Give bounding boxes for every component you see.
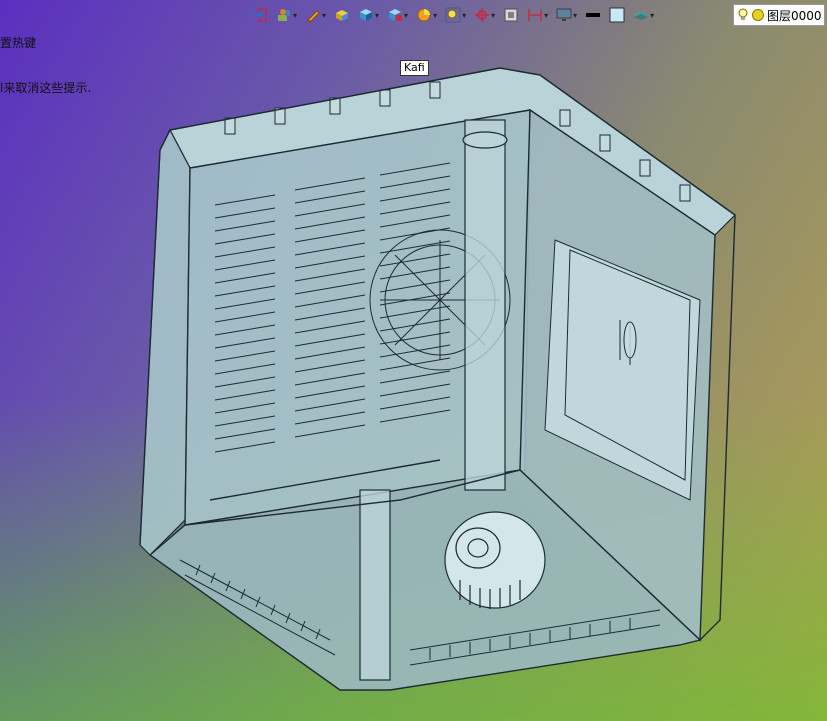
chevron-down-icon: ▾ <box>462 10 467 20</box>
line-color-button[interactable] <box>583 4 603 26</box>
view-toolbar: ▾ ▾ ▾ ▾ ▾ ▾ ▾ ▾ ▾ ▾ <box>250 3 656 27</box>
fill-color-button[interactable] <box>607 4 627 26</box>
appearance-button[interactable]: ▾ <box>414 4 439 26</box>
pencil-icon <box>307 10 320 23</box>
layers-icon <box>634 12 649 20</box>
view-orient-icon <box>278 9 290 21</box>
dimension-icon <box>528 9 542 21</box>
chevron-down-icon: ▾ <box>573 10 578 20</box>
chevron-down-icon: ▾ <box>404 10 409 20</box>
cursor-tooltip: Kafi <box>400 60 429 76</box>
chevron-down-icon: ▾ <box>322 10 327 20</box>
motor <box>444 511 546 609</box>
3d-viewport[interactable]: 置热键 l来取消这些提示. Kafi ▾ ▾ ▾ ▾ ▾ ▾ ▾ ▾ ▾ ▾ 图… <box>0 0 827 721</box>
line-color-icon <box>586 13 601 17</box>
cad-model-view[interactable] <box>0 0 827 721</box>
part-button[interactable] <box>332 4 352 26</box>
model-left-face <box>139 128 191 556</box>
frame-icon <box>504 8 518 22</box>
exit-sketch-icon <box>254 8 267 22</box>
exit-sketch-button[interactable] <box>250 4 270 26</box>
layer-name: 图层0000 <box>767 8 822 23</box>
section-view-button[interactable]: ▾ <box>385 4 410 26</box>
hotkey-hint: 置热键 l来取消这些提示. <box>0 6 91 126</box>
layer-selector[interactable]: 图层0000 <box>733 4 825 26</box>
hint-line-1: 置热键 <box>0 36 37 50</box>
pie-icon <box>417 8 431 22</box>
box-yellow-icon <box>336 10 349 21</box>
display-settings-button[interactable]: ▾ <box>554 4 579 26</box>
chevron-down-icon: ▾ <box>293 10 298 20</box>
cube-shaded-icon <box>360 9 373 21</box>
view-orientation-button[interactable]: ▾ <box>274 4 299 26</box>
frame-button[interactable] <box>501 4 521 26</box>
chevron-down-icon: ▾ <box>375 10 380 20</box>
chevron-down-icon: ▾ <box>544 10 549 20</box>
zoom-area-icon <box>445 7 461 23</box>
cube-section-icon <box>389 9 403 21</box>
reference-button[interactable]: ▾ <box>472 4 497 26</box>
hint-line-2: l来取消这些提示. <box>0 81 92 95</box>
layers-button[interactable]: ▾ <box>631 4 656 26</box>
lightbulb-icon[interactable] <box>737 8 749 22</box>
sketch-tool-button[interactable]: ▾ <box>303 4 328 26</box>
display-style-button[interactable]: ▾ <box>356 4 381 26</box>
monitor-icon <box>556 8 572 21</box>
chevron-down-icon: ▾ <box>650 10 655 20</box>
crosshair-icon <box>475 8 490 22</box>
dimension-button[interactable]: ▾ <box>525 4 550 26</box>
chevron-down-icon: ▾ <box>433 10 438 20</box>
zoom-area-button[interactable]: ▾ <box>443 4 468 26</box>
chevron-down-icon: ▾ <box>491 10 496 20</box>
fill-color-icon <box>609 7 625 23</box>
layer-color-icon <box>752 9 764 21</box>
